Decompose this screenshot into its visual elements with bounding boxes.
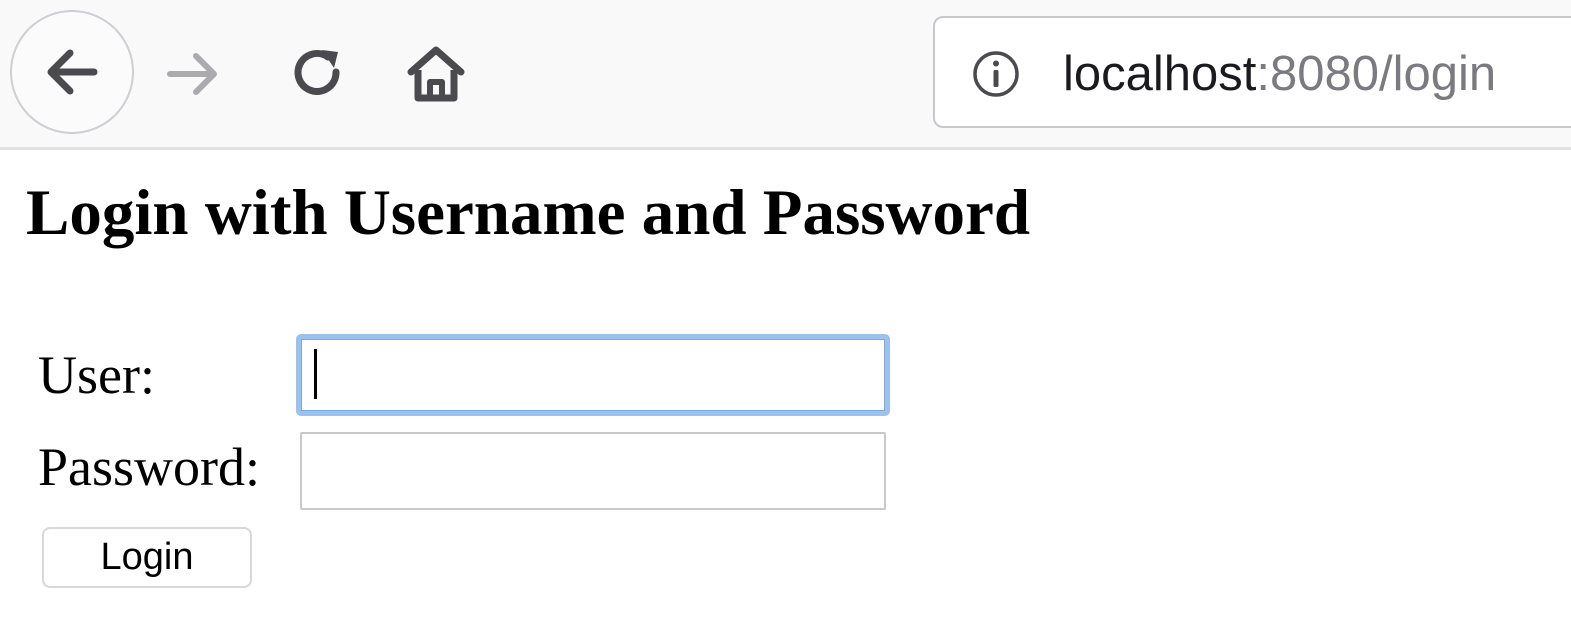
forward-button[interactable] [156,36,232,112]
address-bar[interactable]: localhost:8080/login [933,16,1571,128]
text-cursor [314,349,317,399]
page-title: Login with Username and Password [26,177,1030,249]
reload-button[interactable] [280,36,356,112]
home-button[interactable] [398,36,474,112]
browser-toolbar: localhost:8080/login [0,0,1571,150]
url-host: localhost [1063,47,1257,101]
login-button[interactable]: Login [42,527,252,588]
password-input[interactable] [300,432,886,510]
reload-icon [294,50,340,95]
back-arrow-icon [47,49,98,95]
url-path: :8080/login [1256,47,1497,101]
url-text[interactable]: localhost:8080/login [1063,44,1496,104]
back-button[interactable] [10,10,134,134]
user-label: User: [38,345,155,405]
info-icon[interactable] [971,49,1021,99]
forward-arrow-icon [167,53,217,95]
user-input[interactable] [296,334,890,416]
password-label: Password: [38,437,261,497]
home-icon [407,46,465,102]
